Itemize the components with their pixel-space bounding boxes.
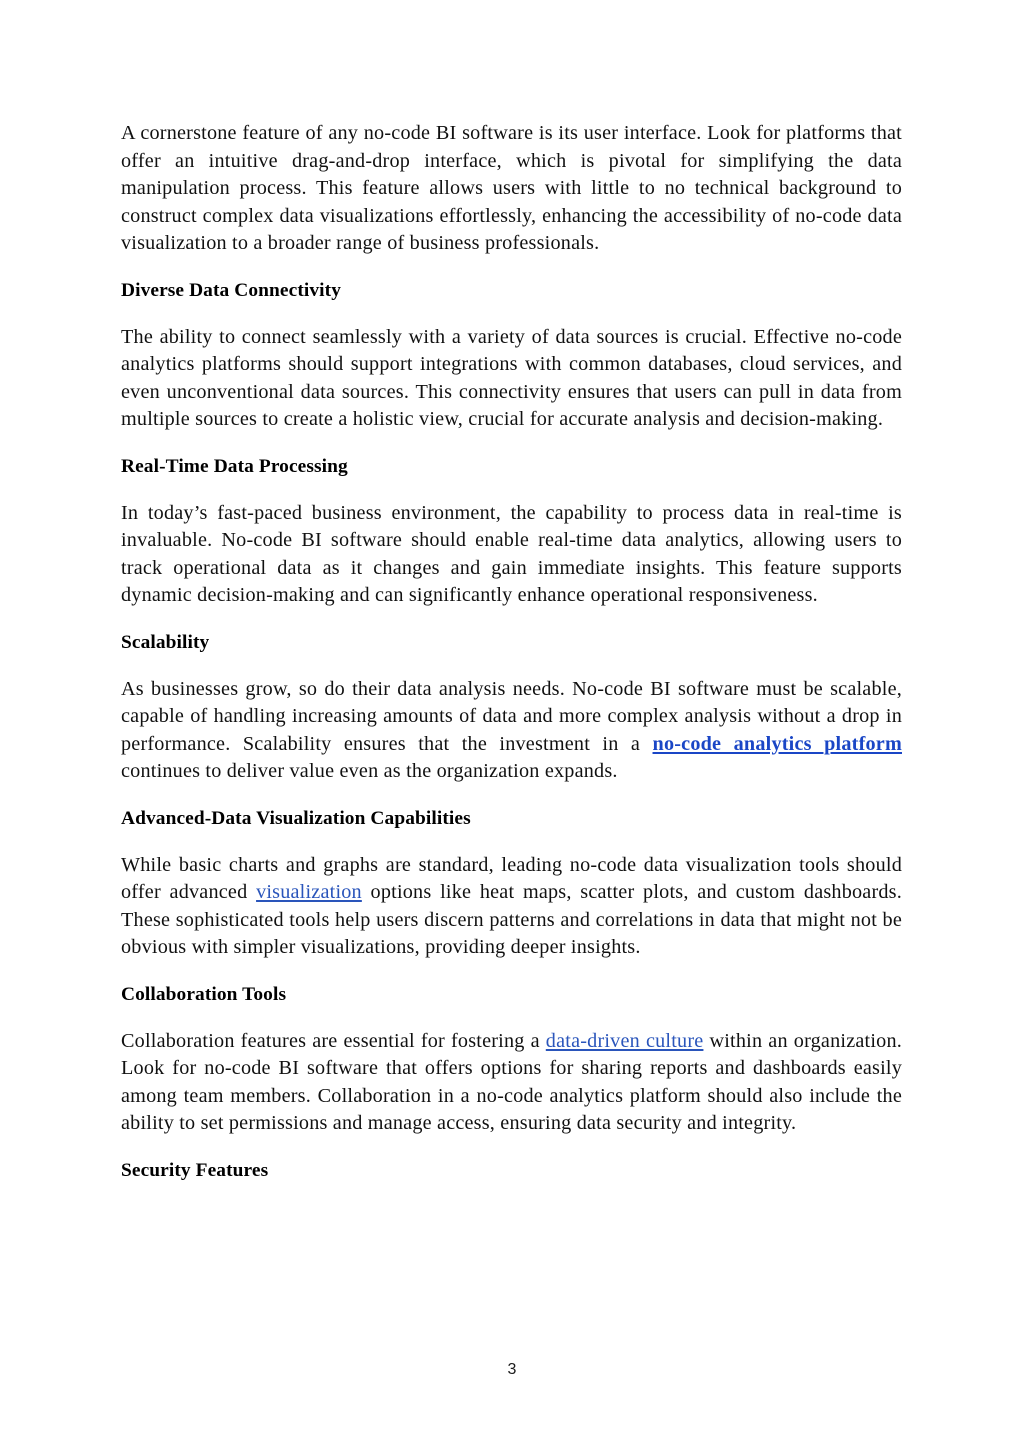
heading-scalability: Scalability	[121, 631, 210, 653]
link-data-driven-culture[interactable]: data-driven culture	[546, 1030, 704, 1052]
paragraph-scalability-text-after: continues to deliver value even as the o…	[121, 760, 618, 782]
document-page: A cornerstone feature of any no-code BI …	[0, 0, 1024, 1446]
paragraph-collaboration-tools: Collaboration features are essential for…	[121, 1028, 902, 1138]
heading-security-features: Security Features	[121, 1159, 269, 1181]
link-no-code-analytics-platform[interactable]: no-code analytics platform	[653, 733, 902, 755]
paragraph-scalability: As businesses grow, so do their data ana…	[121, 676, 902, 786]
page-number: 3	[507, 1361, 517, 1378]
heading-real-time-data-processing: Real-Time Data Processing	[121, 455, 348, 477]
link-visualization[interactable]: visualization	[256, 881, 362, 903]
paragraph-collaboration-tools-text-before: Collaboration features are essential for…	[121, 1029, 546, 1052]
heading-collaboration-tools: Collaboration Tools	[121, 983, 287, 1005]
heading-diverse-data-connectivity: Diverse Data Connectivity	[121, 279, 341, 301]
document-body: A cornerstone feature of any no-code BI …	[121, 120, 902, 1204]
paragraph-advanced-data-visualization: While basic charts and graphs are standa…	[121, 852, 902, 962]
paragraph-real-time-data-processing: In today’s fast-paced business environme…	[121, 501, 902, 607]
intro-paragraph: A cornerstone feature of any no-code BI …	[121, 122, 902, 254]
paragraph-diverse-data-connectivity: The ability to connect seamlessly with a…	[121, 325, 902, 431]
heading-advanced-data-visualization-capabilities: Advanced-Data Visualization Capabilities	[121, 807, 471, 829]
